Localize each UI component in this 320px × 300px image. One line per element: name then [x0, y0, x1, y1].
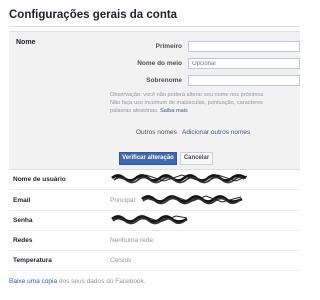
name-change-note: Observação: você não poderá alterar seu …: [110, 91, 310, 115]
name-edit-panel: Nome Primeiro Nome do meio Sobrenome Obs…: [9, 31, 300, 170]
row-divider: [9, 250, 300, 251]
name-section-label: Nome: [16, 39, 36, 46]
networks-value: Nenhuma rede.: [110, 237, 155, 244]
download-copy-link[interactable]: Baixe uma cópia: [9, 278, 57, 285]
note-line: palavras aleatórias.: [110, 108, 159, 114]
first-name-input[interactable]: [188, 41, 300, 52]
redacted-username-scribble: [111, 174, 248, 184]
username-label: Nome de usuário: [13, 176, 66, 183]
redacted-password-scribble: [111, 215, 188, 225]
learn-more-link[interactable]: Saiba mais: [160, 108, 188, 114]
title-divider: [9, 26, 300, 27]
middle-name-input[interactable]: [188, 58, 300, 69]
temperature-value: Celsius: [110, 257, 132, 264]
first-name-label: Primeiro: [155, 43, 182, 50]
row-divider: [9, 210, 300, 211]
middle-name-label: Nome do meio: [137, 60, 182, 67]
temperature-label: Temperatura: [13, 257, 52, 264]
page-title: Configurações gerais da conta: [9, 9, 178, 21]
row-divider: [9, 270, 300, 271]
cancel-button[interactable]: Cancelar: [180, 152, 213, 165]
row-divider: [9, 230, 300, 231]
last-name-label: Sobrenome: [146, 77, 182, 84]
note-line: Não faça uso incomum de maiúsculas, pont…: [110, 100, 263, 106]
email-label: Email: [13, 197, 31, 204]
download-data-footer: Baixe uma cópia dos seus dados do Facebo…: [9, 278, 146, 285]
add-other-names-link[interactable]: Adicionar outros nomes: [182, 129, 250, 136]
verify-change-button[interactable]: Verificar alteração: [119, 152, 177, 165]
download-copy-text: dos seus dados do Facebook.: [58, 278, 146, 285]
redacted-email-scribble: [141, 195, 243, 205]
networks-label: Redes: [13, 237, 33, 244]
password-label: Senha: [13, 217, 33, 224]
note-line: Observação: você não poderá alterar seu …: [110, 92, 264, 98]
last-name-input[interactable]: [188, 75, 300, 86]
row-divider: [9, 189, 300, 190]
other-names-label: Outros nomes: [136, 129, 177, 136]
email-primary-prefix: Principal:: [110, 197, 137, 204]
